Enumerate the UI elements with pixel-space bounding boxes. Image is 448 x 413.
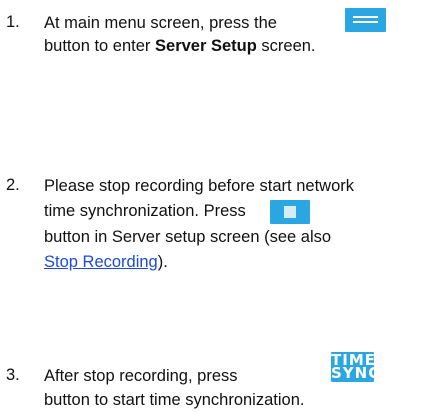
step-text-line: At main menu screen, press the xyxy=(44,13,277,33)
step-number: 3. xyxy=(6,366,20,384)
stop-recording-link[interactable]: Stop Recording xyxy=(44,253,158,271)
step-text-line: Please stop recording before start netwo… xyxy=(44,177,354,195)
step-text-line: button to enter Server Setup screen. xyxy=(44,36,316,56)
stop-recording-button[interactable] xyxy=(270,200,310,224)
step-text-line: button in Server setup screen (see also xyxy=(44,228,332,246)
server-setup-label: Server Setup xyxy=(155,37,257,55)
step-text-line: After stop recording, press xyxy=(44,367,238,385)
time-sync-label-bottom: SYNC xyxy=(331,364,381,382)
step-text-line: Stop Recording). xyxy=(44,252,168,272)
time-sync-button[interactable]: TIME SYNC xyxy=(331,352,381,382)
step-text-line: time synchronization. Press xyxy=(44,202,246,220)
step-text: At main menu screen, press the xyxy=(44,14,277,32)
stop-icon xyxy=(284,206,296,218)
step-number: 2. xyxy=(6,176,20,194)
step-text: button to enter xyxy=(44,37,151,55)
step-text: ). xyxy=(157,253,168,271)
step-text-line: button to start time synchronization. xyxy=(44,391,305,409)
step-text: screen. xyxy=(261,37,316,55)
step-number: 1. xyxy=(6,13,20,31)
server-setup-button[interactable] xyxy=(345,8,386,32)
